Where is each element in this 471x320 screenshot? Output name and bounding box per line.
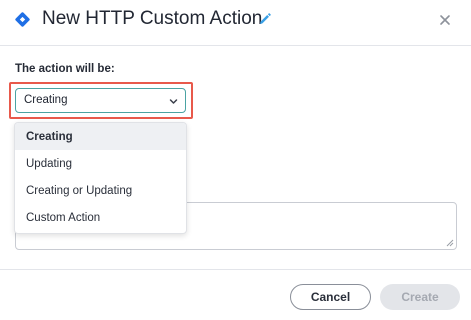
diamond-logo-icon (15, 12, 30, 27)
action-type-select[interactable]: Creating (15, 88, 186, 113)
pencil-icon[interactable] (257, 12, 272, 27)
menu-item-creating-or-updating[interactable]: Creating or Updating (15, 177, 186, 204)
chevron-down-icon (169, 99, 178, 104)
menu-item-custom-action[interactable]: Custom Action (15, 204, 186, 231)
menu-item-creating[interactable]: Creating (15, 123, 186, 150)
select-current-value: Creating (24, 94, 68, 106)
menu-item-updating[interactable]: Updating (15, 150, 186, 177)
action-label: The action will be: (15, 63, 115, 75)
resize-handle-icon[interactable] (446, 239, 454, 247)
header-divider (0, 45, 471, 46)
dialog-title: New HTTP Custom Action (42, 8, 263, 29)
new-http-custom-action-dialog: New HTTP Custom Action The action will b… (0, 0, 471, 320)
close-icon[interactable] (436, 11, 454, 29)
footer-divider (0, 269, 471, 270)
dialog-header: New HTTP Custom Action (0, 0, 471, 42)
create-button[interactable]: Create (380, 284, 460, 310)
cancel-button[interactable]: Cancel (290, 284, 371, 310)
action-type-dropdown-menu: Creating Updating Creating or Updating C… (14, 122, 187, 234)
